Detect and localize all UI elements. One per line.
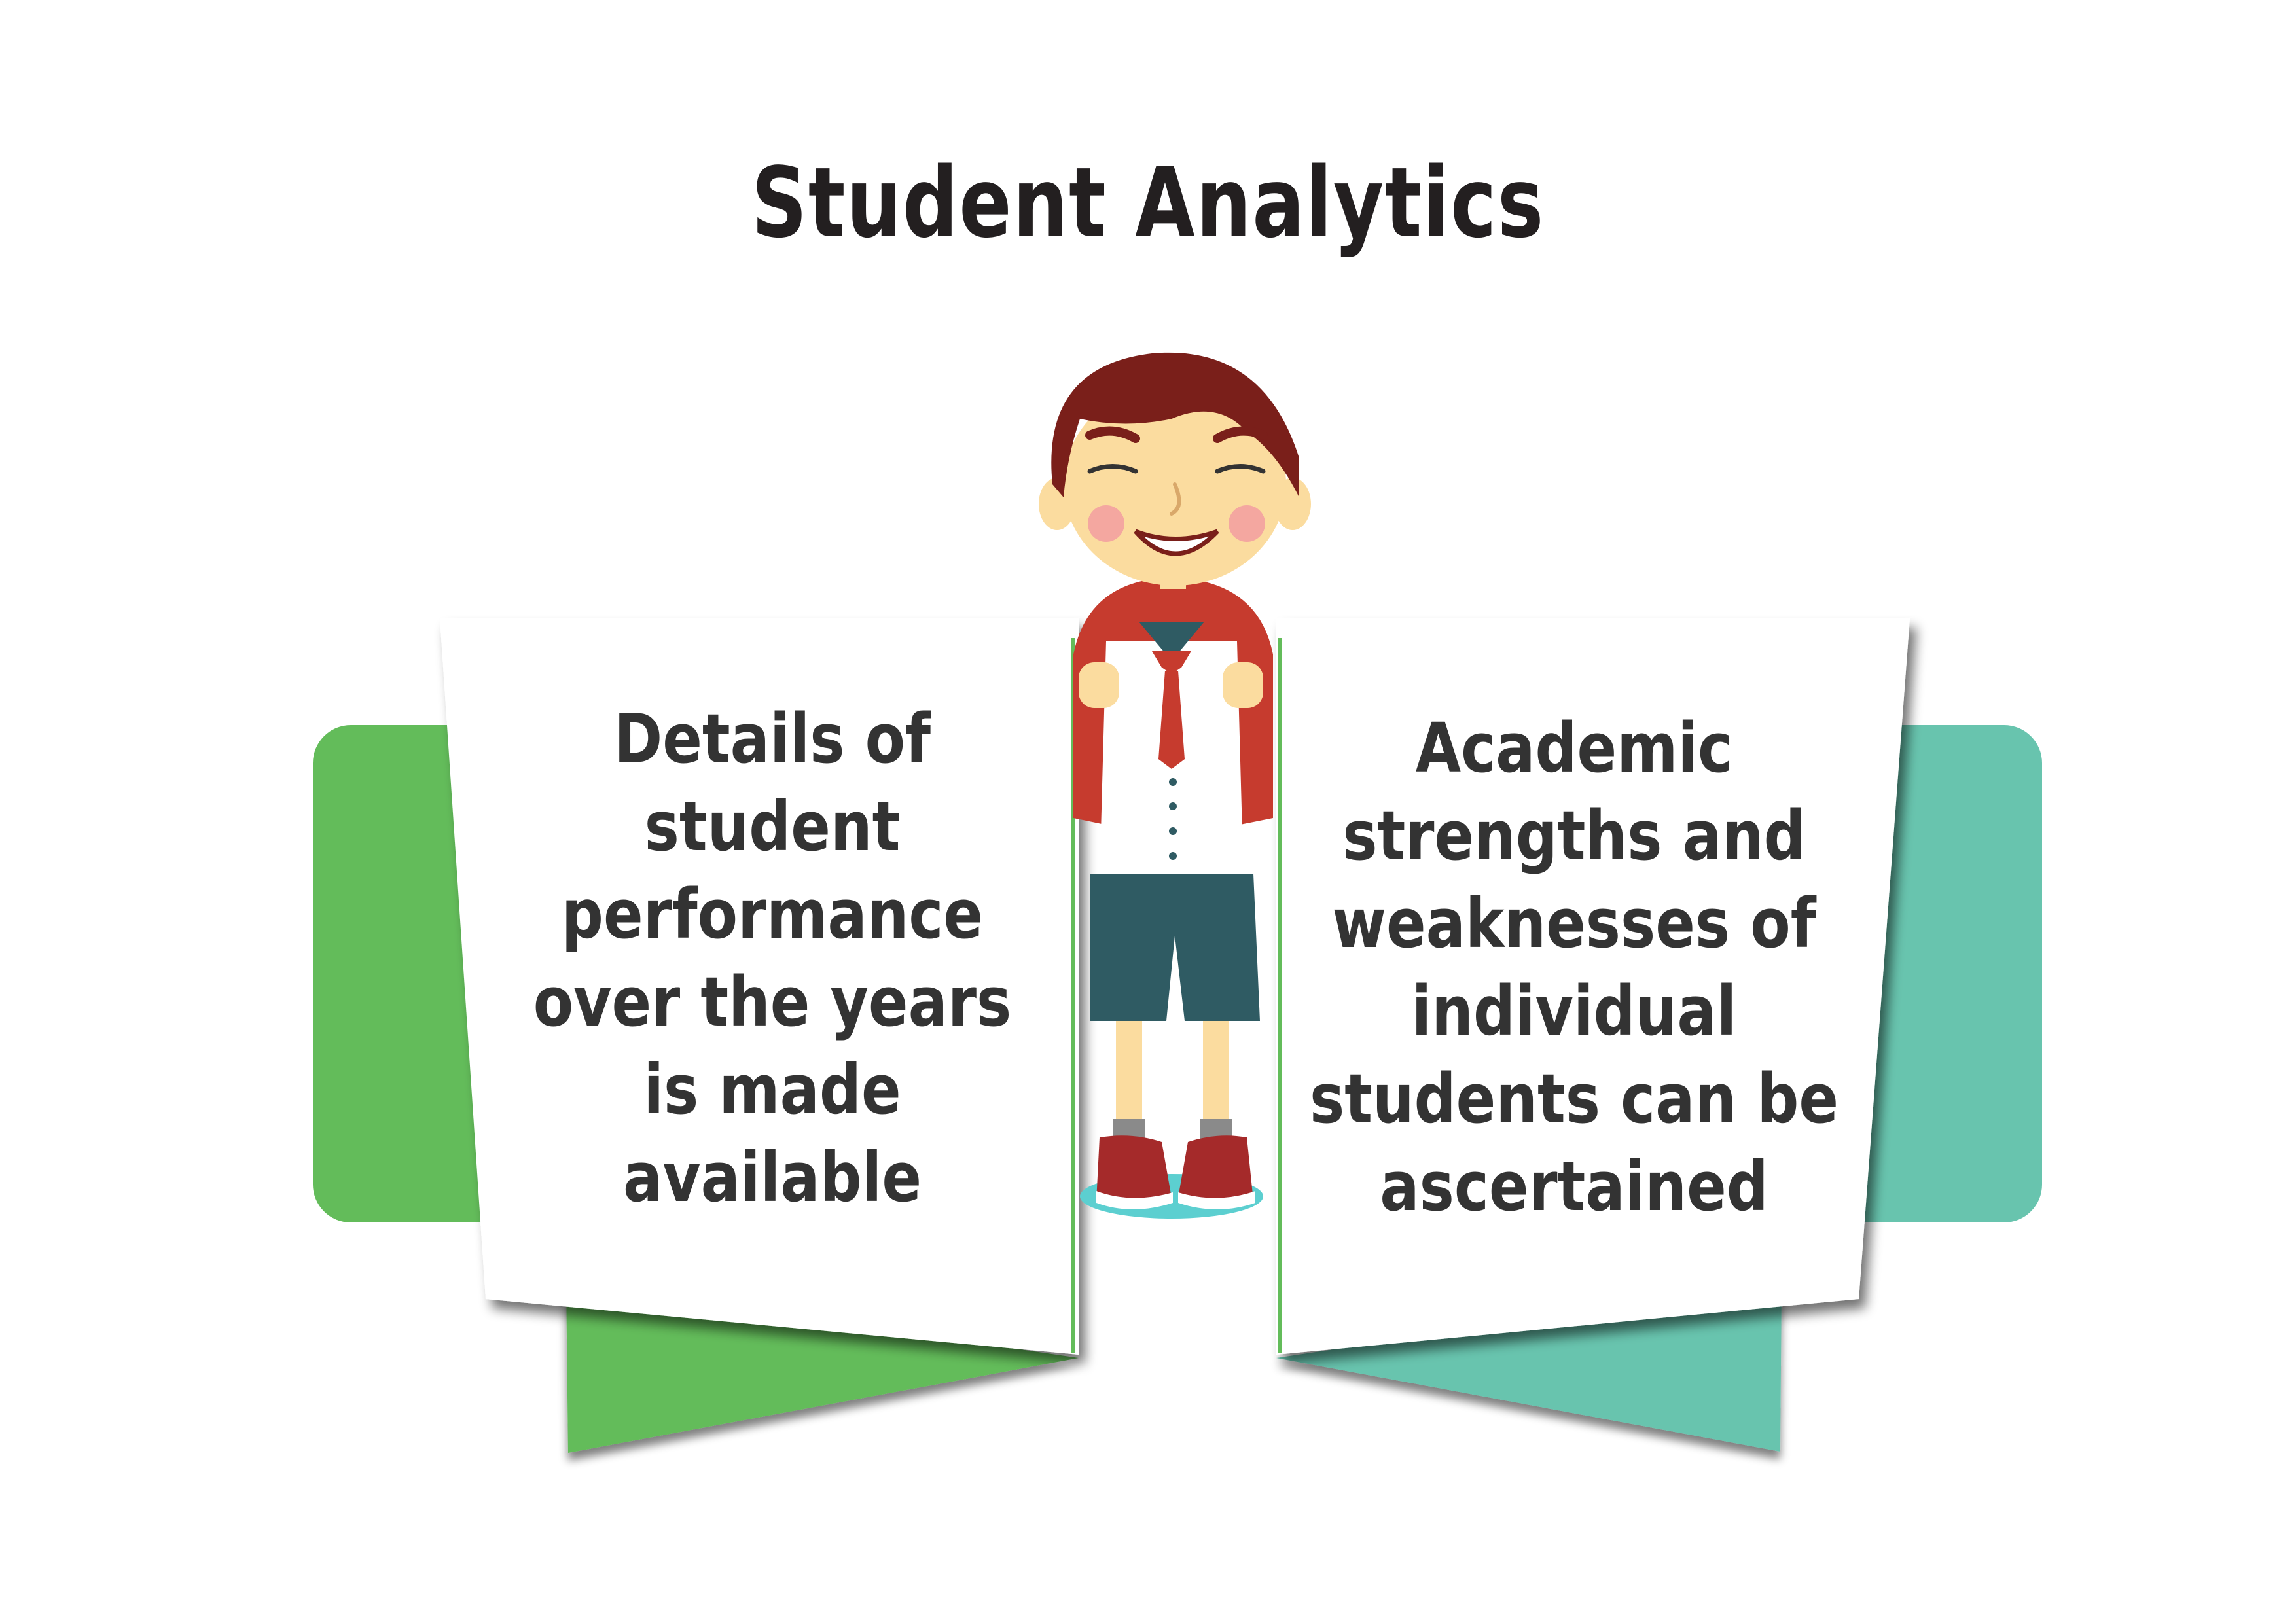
right-panel-line: Academic xyxy=(1415,708,1733,788)
page-title: Student Analytics xyxy=(751,147,1545,259)
right-panel-line: students can be xyxy=(1309,1059,1839,1139)
left-panel-line: performance xyxy=(561,874,984,954)
left-panel-line: Details of xyxy=(613,699,931,779)
right-panel-line: individual xyxy=(1411,971,1737,1051)
left-panel-line: student xyxy=(644,787,901,866)
left-panel-line: available xyxy=(622,1137,922,1217)
right-panel-line: weaknesses of xyxy=(1332,883,1816,963)
left-panel-text: Details of student performance over the … xyxy=(502,695,1043,1221)
left-panel-line: over the years xyxy=(533,962,1012,1042)
right-panel-line: strengths and xyxy=(1342,796,1806,876)
left-panel-line: is made xyxy=(643,1050,901,1130)
right-panel-line: ascertained xyxy=(1380,1147,1768,1226)
student-boy-icon xyxy=(1039,352,1311,1219)
right-panel-text: Academic strengths and weaknesses of ind… xyxy=(1304,704,1844,1230)
